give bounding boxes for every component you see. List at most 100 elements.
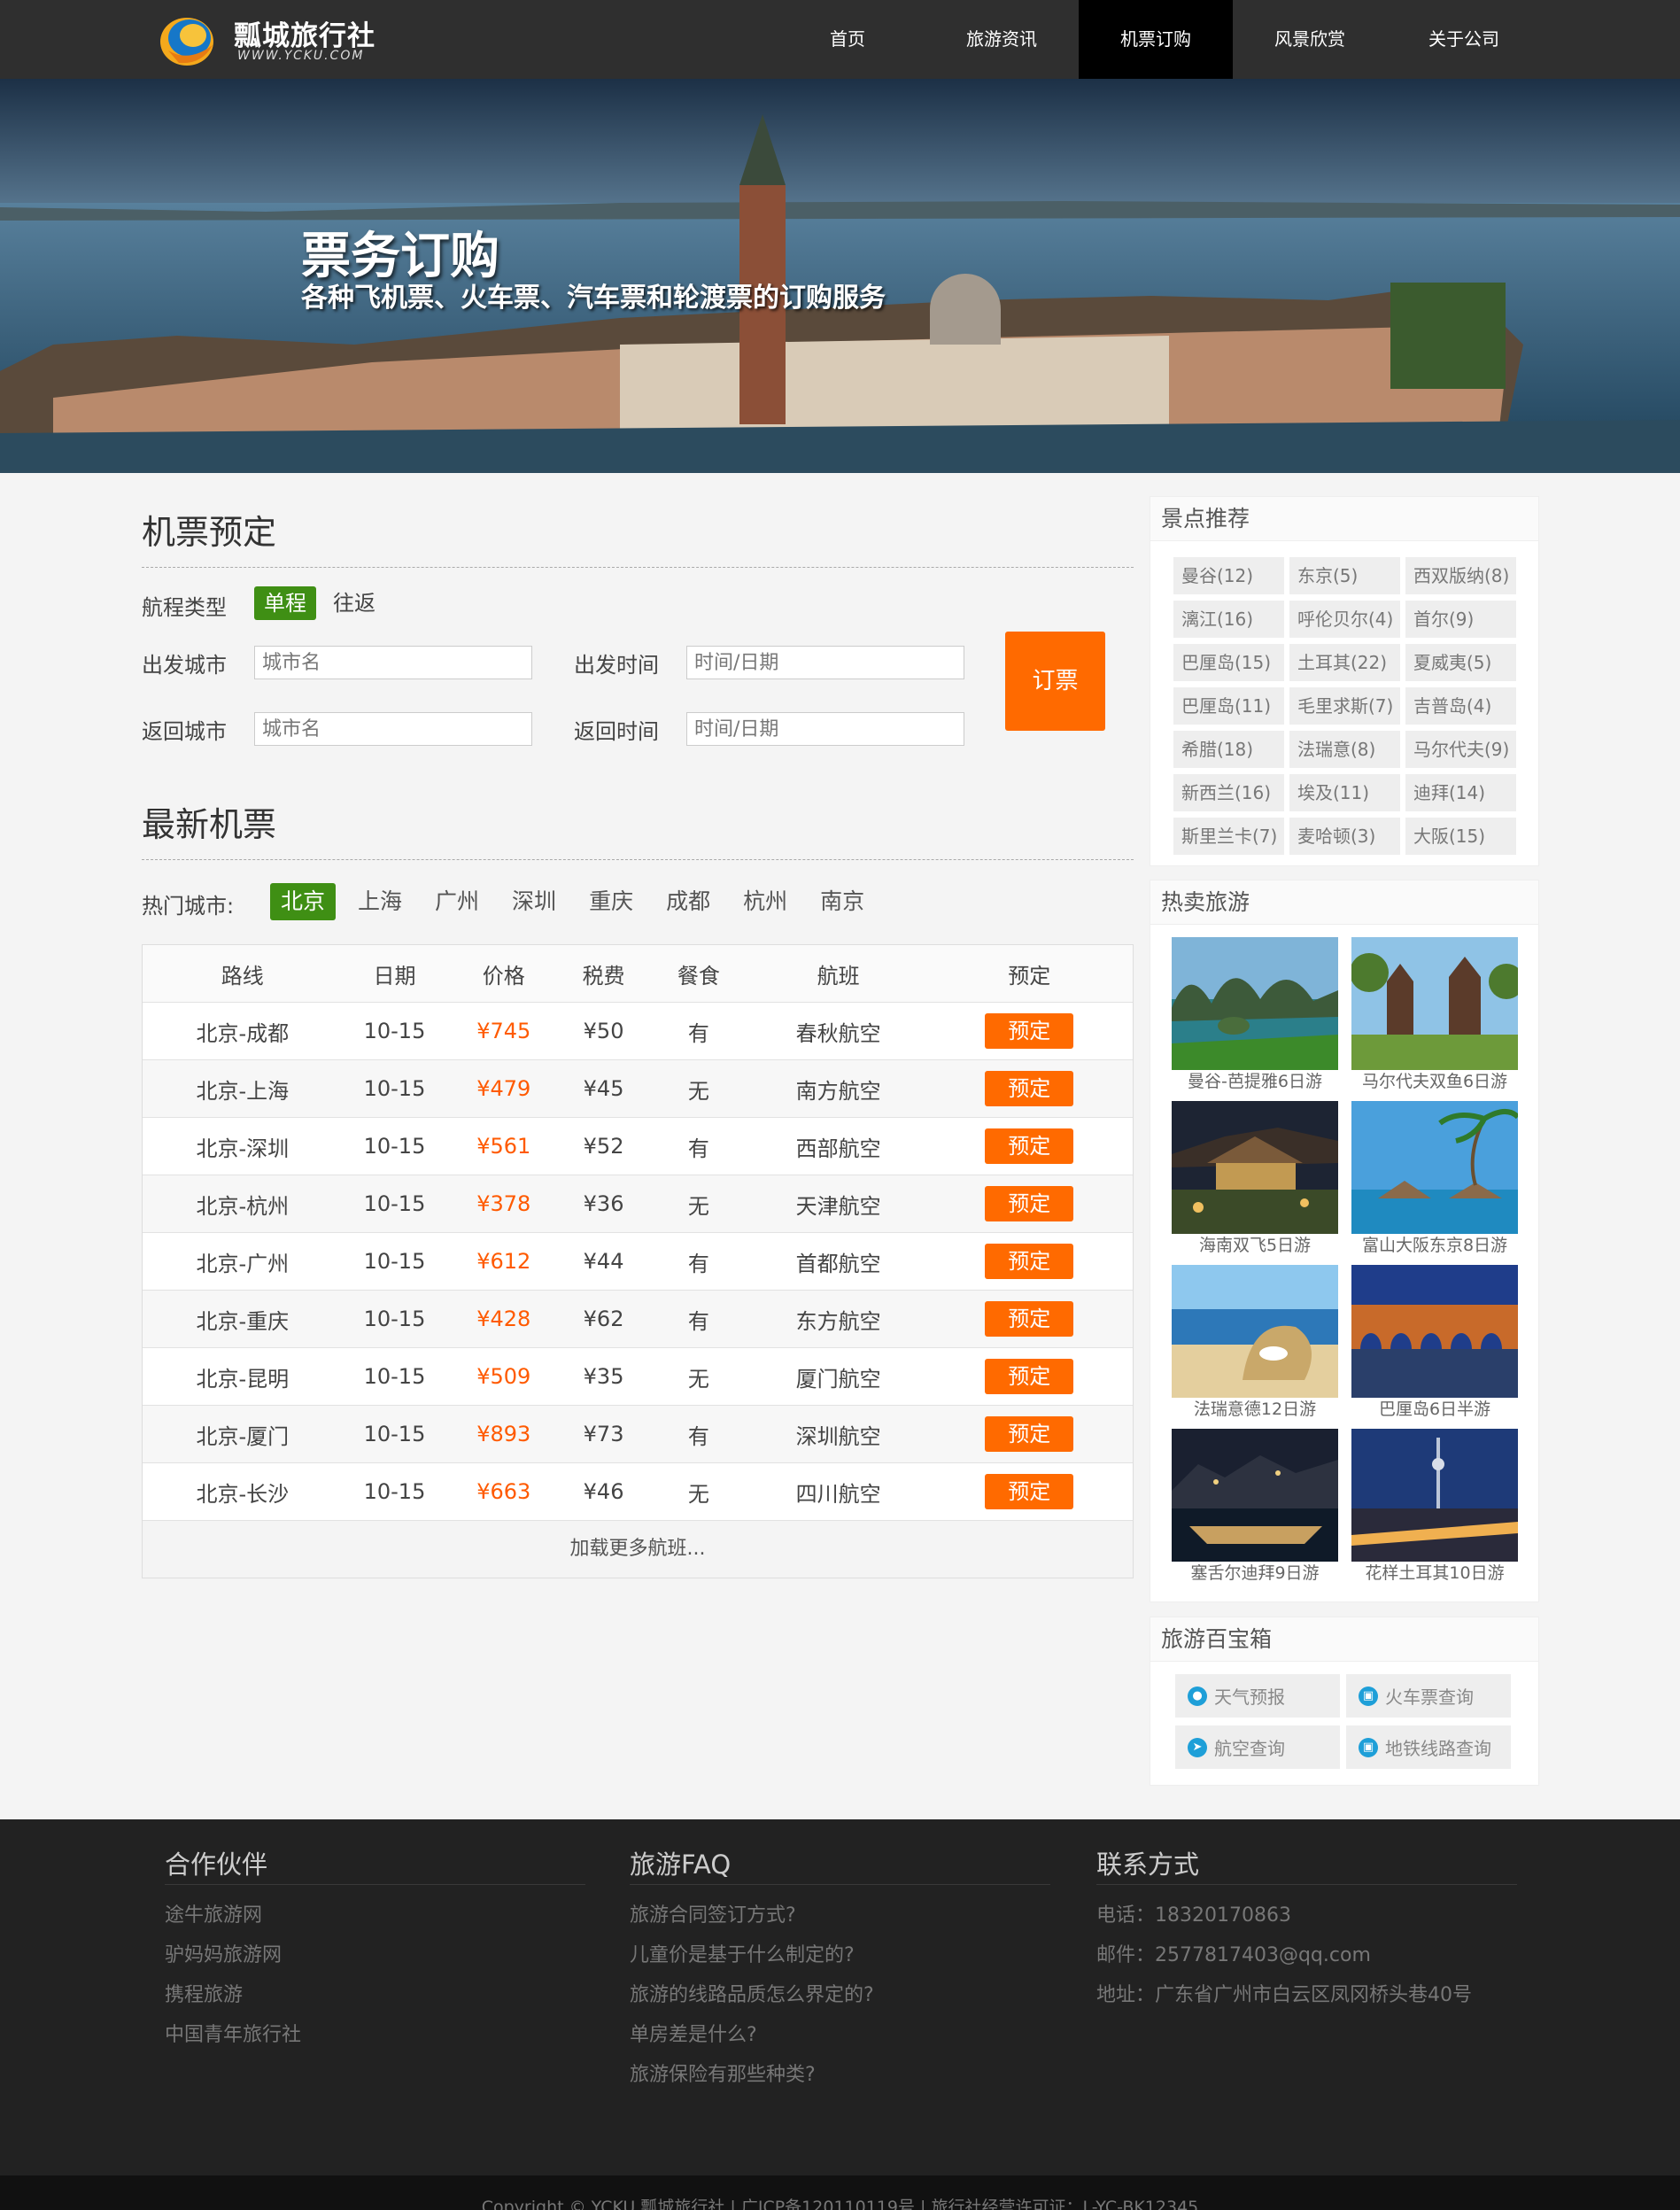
city-tab-shenzhen[interactable]: 深圳 <box>501 883 567 920</box>
nav-home[interactable]: 首页 <box>770 0 925 79</box>
book-button[interactable]: 预定 <box>985 1359 1074 1394</box>
city-tab-beijing[interactable]: 北京 <box>270 883 337 920</box>
depart-city-input[interactable] <box>254 646 532 679</box>
load-more-flights[interactable]: 加载更多航班... <box>143 1521 1133 1578</box>
city-tab-chengdu[interactable]: 成都 <box>655 883 721 920</box>
latest-divider <box>142 859 1134 860</box>
subway-route-link[interactable]: ▣ 地铁线路查询 <box>1346 1725 1511 1769</box>
city-tab-nanjing[interactable]: 南京 <box>809 883 875 920</box>
spot-tag[interactable]: 西双版纳(8) <box>1405 557 1516 594</box>
bay-islands-image <box>1172 937 1338 1070</box>
tour-card[interactable]: 花样土耳其10日游 <box>1351 1429 1518 1585</box>
partner-link[interactable]: 中国青年旅行社 <box>165 2019 585 2046</box>
table-row: 北京-深圳 10-15 ¥561 ¥52 有 西部航空 预定 <box>143 1118 1133 1175</box>
meal-cell: 无 <box>687 1366 709 1392</box>
book-button[interactable]: 预定 <box>985 1071 1074 1106</box>
book-button[interactable]: 预定 <box>985 1301 1074 1337</box>
faq-link[interactable]: 旅游合同签订方式? <box>630 1899 1050 1927</box>
spot-tag[interactable]: 法瑞意(8) <box>1289 731 1400 768</box>
book-button[interactable]: 预定 <box>985 1244 1074 1279</box>
airline-cell: 四川航空 <box>795 1481 881 1507</box>
tour-name: 马尔代夫双鱼6日游 <box>1361 1072 1508 1091</box>
book-button[interactable]: 预定 <box>985 1128 1074 1164</box>
spots-grid: 曼谷(12) 东京(5) 西双版纳(8) 漓江(16) 呼伦贝尔(4) 首尔(9… <box>1173 557 1516 855</box>
toolbox-title: 旅游百宝箱 <box>1150 1617 1538 1662</box>
spot-tag[interactable]: 漓江(16) <box>1173 601 1284 638</box>
return-city-input[interactable] <box>254 712 532 746</box>
tax-cell: ¥73 <box>583 1422 624 1446</box>
tour-card[interactable]: 法瑞意德12日游 <box>1172 1265 1338 1421</box>
faq-link[interactable]: 旅游保险有那些种类? <box>630 2059 1050 2086</box>
tour-card[interactable]: 巴厘岛6日半游 <box>1351 1265 1518 1421</box>
order-ticket-button[interactable]: 订票 <box>1005 632 1105 731</box>
site-logo[interactable]: 瓢城旅行社 WWW.YCKU.COM <box>158 12 388 68</box>
spot-tag[interactable]: 马尔代夫(9) <box>1405 731 1516 768</box>
faq-link[interactable]: 旅游的线路品质怎么界定的? <box>630 1979 1050 2006</box>
book-button[interactable]: 预定 <box>985 1474 1074 1509</box>
city-tab-shanghai[interactable]: 上海 <box>347 883 413 920</box>
partner-link[interactable]: 驴妈妈旅游网 <box>165 1939 585 1966</box>
one-way-option[interactable]: 单程 <box>254 586 316 620</box>
price-cell: ¥509 <box>476 1364 531 1389</box>
price-cell: ¥479 <box>476 1076 531 1101</box>
tour-card[interactable]: 塞舌尔迪拜9日游 <box>1172 1429 1338 1585</box>
book-button[interactable]: 预定 <box>985 1186 1074 1221</box>
nav-scenery[interactable]: 风景欣赏 <box>1233 0 1387 79</box>
tour-card[interactable]: 马尔代夫双鱼6日游 <box>1351 937 1518 1093</box>
spot-tag[interactable]: 土耳其(22) <box>1289 644 1400 681</box>
tour-card[interactable]: 曼谷-芭提雅6日游 <box>1172 937 1338 1093</box>
spot-tag[interactable]: 迪拜(14) <box>1405 774 1516 811</box>
tool-label: 航空查询 <box>1214 1738 1285 1759</box>
spot-tag[interactable]: 新西兰(16) <box>1173 774 1284 811</box>
depart-time-input[interactable] <box>686 646 964 679</box>
tour-card[interactable]: 富山大阪东京8日游 <box>1351 1101 1518 1257</box>
faq-link[interactable]: 儿童价是基于什么制定的? <box>630 1939 1050 1966</box>
nav-travel-news[interactable]: 旅游资讯 <box>925 0 1079 79</box>
airline-cell: 南方航空 <box>795 1078 881 1104</box>
spot-tag[interactable]: 斯里兰卡(7) <box>1173 818 1284 855</box>
spot-tag[interactable]: 呼伦贝尔(4) <box>1289 601 1400 638</box>
book-button[interactable]: 预定 <box>985 1013 1074 1049</box>
book-button[interactable]: 预定 <box>985 1416 1074 1452</box>
spot-tag[interactable]: 希腊(18) <box>1173 731 1284 768</box>
airline-cell: 天津航空 <box>795 1193 881 1219</box>
meal-cell: 无 <box>687 1193 709 1219</box>
spot-tag[interactable]: 吉普岛(4) <box>1405 687 1516 725</box>
spot-tag[interactable]: 毛里求斯(7) <box>1289 687 1400 725</box>
date-cell: 10-15 <box>363 1307 426 1331</box>
nav-about[interactable]: 关于公司 <box>1387 0 1541 79</box>
table-row: 北京-杭州 10-15 ¥378 ¥36 无 天津航空 预定 <box>143 1175 1133 1233</box>
spot-tag[interactable]: 麦哈顿(3) <box>1289 818 1400 855</box>
partner-link[interactable]: 携程旅游 <box>165 1979 585 2006</box>
logo-title: 瓢城旅行社 <box>234 20 375 52</box>
train-ticket-link[interactable]: ▣ 火车票查询 <box>1346 1674 1511 1718</box>
spot-tag[interactable]: 首尔(9) <box>1405 601 1516 638</box>
flight-query-link[interactable]: ➤ 航空查询 <box>1175 1725 1340 1769</box>
nav-ticket-booking[interactable]: 机票订购 <box>1079 0 1233 79</box>
city-tab-guangzhou[interactable]: 广州 <box>424 883 490 920</box>
tour-card[interactable]: 海南双飞5日游 <box>1172 1101 1338 1257</box>
faq-link[interactable]: 单房差是什么? <box>630 2019 1050 2046</box>
partner-link[interactable]: 途牛旅游网 <box>165 1899 585 1927</box>
city-tab-chongqing[interactable]: 重庆 <box>578 883 644 920</box>
tool-label: 天气预报 <box>1214 1687 1285 1708</box>
airline-cell: 首都航空 <box>795 1251 881 1276</box>
city-tab-hangzhou[interactable]: 杭州 <box>732 883 798 920</box>
airline-cell: 春秋航空 <box>795 1020 881 1046</box>
spot-tag[interactable]: 东京(5) <box>1289 557 1400 594</box>
spot-tag[interactable]: 夏威夷(5) <box>1405 644 1516 681</box>
book-cell: 预定 <box>925 1186 1133 1221</box>
spot-tag[interactable]: 巴厘岛(11) <box>1173 687 1284 725</box>
price-cell: ¥663 <box>476 1479 531 1504</box>
route-cell: 北京-杭州 <box>196 1193 290 1219</box>
spot-tag[interactable]: 埃及(11) <box>1289 774 1400 811</box>
weather-forecast-link[interactable]: ● 天气预报 <box>1175 1674 1340 1718</box>
spot-tag[interactable]: 曼谷(12) <box>1173 557 1284 594</box>
return-time-input[interactable] <box>686 712 964 746</box>
round-trip-option[interactable]: 往返 <box>333 586 375 620</box>
tax-cell: ¥35 <box>583 1364 624 1389</box>
spot-tag[interactable]: 大阪(15) <box>1405 818 1516 855</box>
route-cell: 北京-深圳 <box>196 1136 290 1161</box>
spot-tag[interactable]: 巴厘岛(15) <box>1173 644 1284 681</box>
plane-icon: ➤ <box>1188 1737 1207 1757</box>
